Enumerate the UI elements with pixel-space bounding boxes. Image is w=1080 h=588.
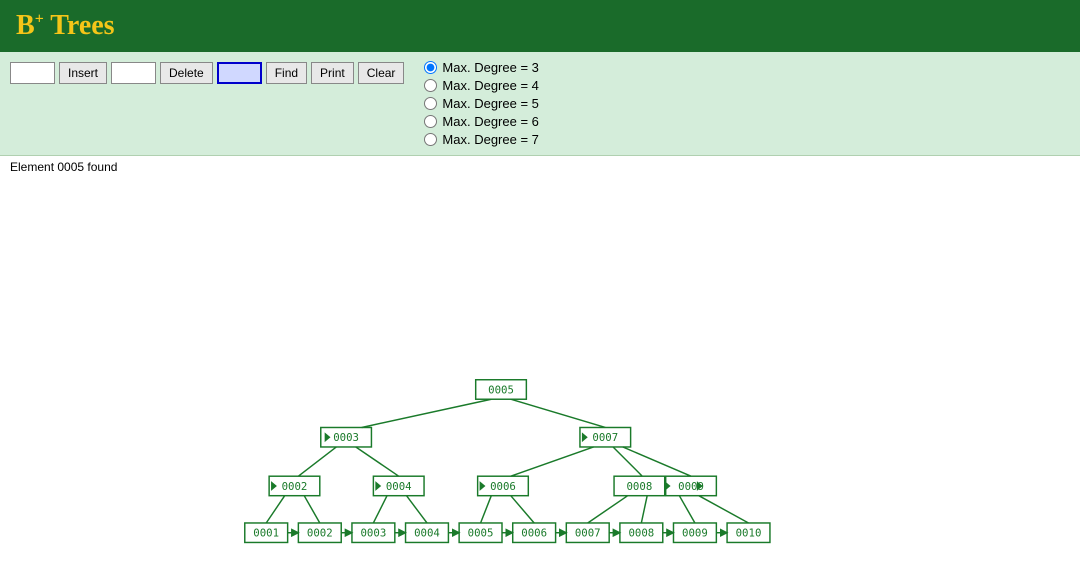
- leaf-0003: 0003: [360, 527, 386, 540]
- node-l3-4: 0008: [626, 480, 652, 493]
- insert-button[interactable]: Insert: [59, 62, 107, 84]
- leaf-0001: 0001: [253, 527, 279, 540]
- toolbar: Insert Delete Find Print Clear Max. Degr…: [0, 52, 1080, 156]
- leaf-0008: 0008: [628, 527, 654, 540]
- status-text: Element 0005 found: [10, 160, 117, 174]
- node-l3-1: 0002: [282, 480, 308, 493]
- delete-input[interactable]: [111, 62, 156, 84]
- degree-6-radio[interactable]: [424, 115, 437, 128]
- degree-3-text: Max. Degree = 3: [442, 60, 538, 75]
- degree-6-label[interactable]: Max. Degree = 6: [424, 114, 538, 129]
- degree-6-text: Max. Degree = 6: [442, 114, 538, 129]
- degree-4-text: Max. Degree = 4: [442, 78, 538, 93]
- degree-7-text: Max. Degree = 7: [442, 132, 538, 147]
- insert-input[interactable]: [10, 62, 55, 84]
- toolbar-controls: Insert Delete Find Print Clear: [10, 60, 404, 84]
- node-l3-2: 0004: [386, 480, 412, 493]
- app-title: B+ Trees: [16, 10, 115, 42]
- degree-5-radio[interactable]: [424, 97, 437, 110]
- leaf-0005: 0005: [468, 527, 494, 540]
- clear-button[interactable]: Clear: [358, 62, 405, 84]
- print-button[interactable]: Print: [311, 62, 354, 84]
- tree-canvas: 0005 0003 0007 0002 0004 0006 0008 0009: [0, 180, 1080, 560]
- node-l3-3: 0006: [490, 480, 516, 493]
- node-l2-left: 0003: [333, 431, 359, 444]
- app-header: B+ Trees: [0, 0, 1080, 52]
- status-bar: Element 0005 found: [0, 156, 1080, 180]
- degree-5-label[interactable]: Max. Degree = 5: [424, 96, 538, 111]
- degree-3-label[interactable]: Max. Degree = 3: [424, 60, 538, 75]
- degree-7-label[interactable]: Max. Degree = 7: [424, 132, 538, 147]
- leaf-0004: 0004: [414, 527, 440, 540]
- node-root: 0005: [488, 383, 514, 396]
- degree-options: Max. Degree = 3 Max. Degree = 4 Max. Deg…: [424, 60, 538, 147]
- degree-4-radio[interactable]: [424, 79, 437, 92]
- degree-4-label[interactable]: Max. Degree = 4: [424, 78, 538, 93]
- tree-diagram: 0005 0003 0007 0002 0004 0006 0008 0009: [0, 180, 1080, 560]
- leaf-0002: 0002: [307, 527, 333, 540]
- leaf-0006: 0006: [521, 527, 547, 540]
- leaf-0009: 0009: [682, 527, 708, 540]
- degree-7-radio[interactable]: [424, 133, 437, 146]
- node-l2-right: 0007: [592, 431, 618, 444]
- leaf-0010: 0010: [736, 527, 762, 540]
- degree-5-text: Max. Degree = 5: [442, 96, 538, 111]
- find-button[interactable]: Find: [266, 62, 307, 84]
- delete-button[interactable]: Delete: [160, 62, 213, 84]
- find-input[interactable]: [217, 62, 262, 84]
- leaf-0007: 0007: [575, 527, 601, 540]
- degree-3-radio[interactable]: [424, 61, 437, 74]
